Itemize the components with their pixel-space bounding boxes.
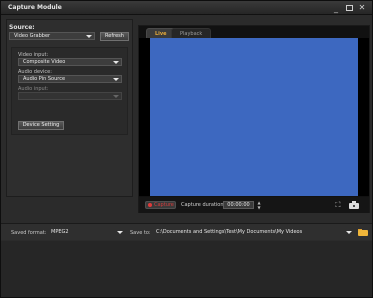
save-to-select[interactable]: C:\Documents and Settings\Test\My Docume…	[156, 228, 352, 236]
saved-format-select[interactable]: MPEG2	[51, 228, 123, 236]
save-to-label: Save to:	[130, 230, 151, 236]
camera-lens	[352, 204, 356, 208]
source-select[interactable]: Video Grabber	[9, 32, 95, 40]
save-to-value: C:\Documents and Settings\Test\My Docume…	[156, 229, 303, 235]
window-title: Capture Module	[8, 4, 62, 11]
audio-device-select[interactable]: Audio Pin Source	[18, 75, 122, 83]
duration-spinner[interactable]: ▲ ▼	[256, 200, 262, 210]
record-icon	[148, 203, 152, 207]
source-select-value: Video Grabber	[14, 33, 51, 39]
folder-body	[358, 230, 368, 236]
capture-duration-label: Capture duration:	[181, 202, 226, 208]
maximize-button[interactable]	[343, 2, 355, 14]
audio-input-select[interactable]	[18, 92, 122, 100]
close-button[interactable]: ✕	[356, 2, 368, 14]
minimize-button[interactable]: _	[330, 2, 342, 14]
source-label: Source:	[9, 24, 35, 31]
capture-duration-field[interactable]: 00:00:00	[223, 201, 254, 209]
saved-format-label: Saved format:	[11, 230, 47, 236]
video-input-value: Composite Video	[23, 59, 66, 65]
refresh-button[interactable]: Refresh	[100, 32, 129, 41]
snapshot-camera-icon[interactable]	[349, 201, 359, 209]
chevron-down-icon	[117, 231, 123, 234]
capture-module-window: Capture Module _ ✕ Source: Video Grabber…	[0, 0, 373, 298]
chevron-down-icon	[86, 35, 92, 38]
capture-button-label: Capture	[154, 202, 174, 208]
chevron-down-icon	[113, 61, 119, 64]
browse-folder-icon[interactable]	[358, 229, 368, 236]
bottom-empty-area	[1, 241, 372, 297]
tab-playback[interactable]: Playback	[171, 28, 212, 38]
maximize-icon	[345, 5, 353, 11]
title-bar: Capture Module _ ✕	[1, 1, 372, 15]
video-input-select[interactable]: Composite Video	[18, 58, 122, 66]
spinner-down-icon[interactable]: ▼	[256, 205, 262, 210]
capture-button[interactable]: Capture	[145, 201, 176, 209]
fullscreen-icon[interactable]: ⛶	[334, 201, 342, 209]
chevron-down-icon	[113, 78, 119, 81]
video-letterbox-left	[139, 38, 150, 196]
chevron-down-icon	[346, 231, 352, 234]
saved-format-value: MPEG2	[51, 229, 69, 235]
live-video-preview	[150, 38, 358, 196]
audio-device-value: Audio Pin Source	[23, 76, 66, 82]
chevron-down-icon	[113, 95, 119, 98]
device-setting-button[interactable]: Device Setting	[18, 121, 64, 130]
video-letterbox-right	[358, 38, 369, 196]
